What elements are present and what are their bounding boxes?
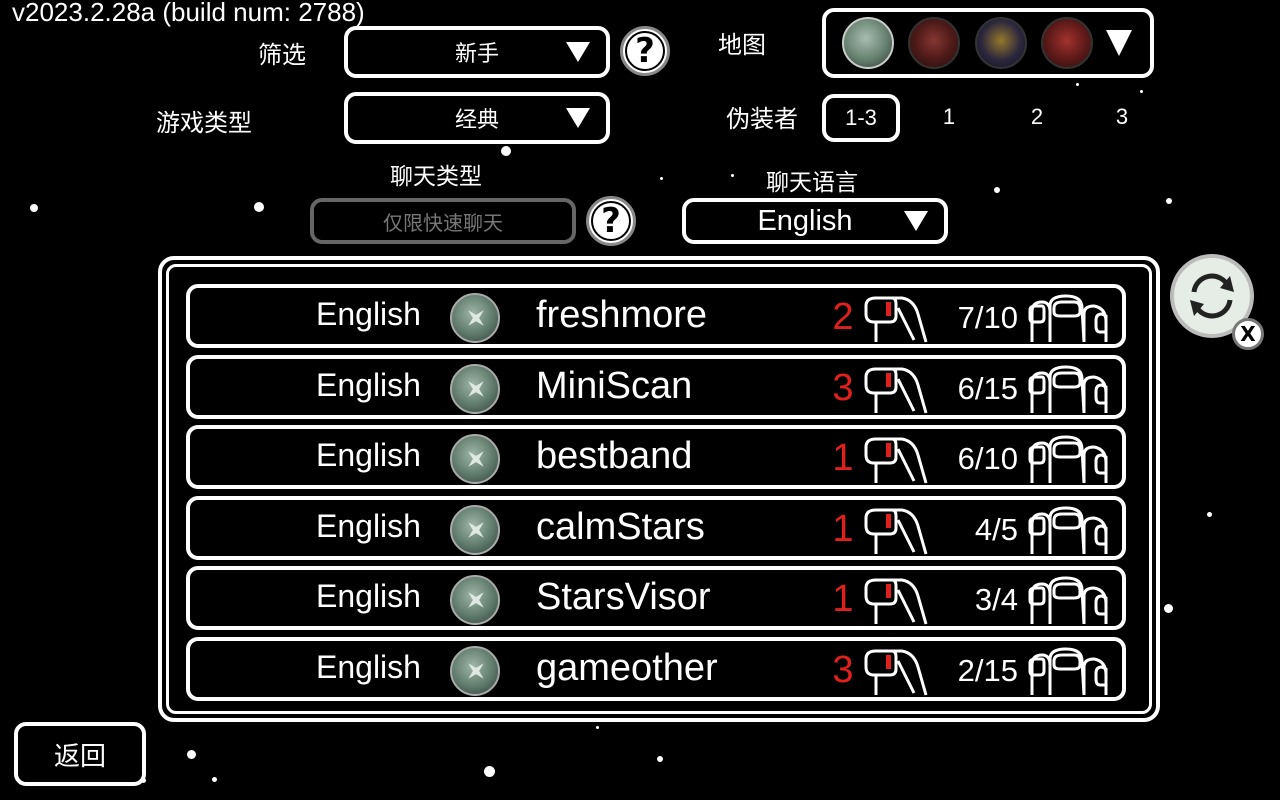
lobby-language: English	[316, 578, 421, 615]
the-skeld-icon	[450, 434, 500, 485]
star	[187, 750, 196, 759]
back-button[interactable]: 返回	[14, 722, 146, 786]
star	[657, 756, 663, 762]
the-skeld-map-icon[interactable]	[842, 17, 894, 69]
help-icon: ?	[625, 31, 665, 71]
version-text: v2023.2.28a (build num: 2788)	[12, 0, 365, 27]
lobby-language: English	[316, 649, 421, 685]
chevron-down-icon	[904, 211, 928, 231]
polus-map-icon[interactable]	[975, 17, 1027, 69]
lobby-player-count: 6/15	[957, 370, 1018, 406]
impostor-icon	[862, 363, 928, 415]
star	[254, 202, 264, 212]
lobby-language: English	[316, 366, 421, 403]
lobby-impostor-count: 1	[832, 507, 854, 550]
chat-language-label: 聊天语言	[766, 170, 858, 196]
the-skeld-icon	[450, 504, 500, 555]
chat-type-field: 仅限快速聊天	[310, 198, 576, 244]
star	[1076, 83, 1079, 86]
the-skeld-icon	[450, 646, 500, 696]
impostors-option-2[interactable]: 2	[1018, 104, 1056, 130]
game-type-value: 经典	[454, 108, 499, 133]
lobby-row[interactable]: English StarsVisor 1 3/4	[186, 566, 1126, 631]
chat-type-value: 仅限快速聊天	[383, 210, 503, 235]
lobby-language: English	[316, 507, 421, 544]
lobby-row[interactable]: English freshmore 2 7/10	[186, 284, 1126, 348]
star	[1164, 604, 1173, 613]
map-label: 地图	[718, 31, 766, 59]
crewmates-icon	[1026, 504, 1110, 556]
lobby-player-count: 6/10	[957, 441, 1018, 477]
chat-type-label: 聊天类型	[390, 164, 482, 190]
crewmates-icon	[1026, 574, 1110, 626]
lobby-name: StarsVisor	[536, 576, 711, 619]
lobby-language: English	[316, 437, 421, 474]
airship-map-icon[interactable]	[1041, 17, 1093, 69]
game-type-label: 游戏类型	[156, 109, 252, 137]
lobby-row[interactable]: English calmStars 1 4/5	[186, 495, 1126, 560]
impostor-icon	[862, 504, 928, 556]
the-skeld-icon	[450, 363, 500, 414]
chat-type-help-button[interactable]: ?	[586, 196, 636, 246]
impostor-icon	[862, 433, 928, 485]
filter-label: 筛选	[258, 41, 306, 69]
star	[501, 146, 511, 156]
lobby-row[interactable]: English MiniScan 3 6/15	[186, 354, 1126, 419]
impostors-option-3[interactable]: 3	[1103, 104, 1141, 130]
chevron-down-icon	[566, 42, 590, 62]
mira-hq-map-icon[interactable]	[908, 17, 960, 69]
game-type-dropdown[interactable]: 经典	[344, 92, 610, 144]
lobby-impostor-count: 3	[832, 649, 854, 691]
star	[1140, 90, 1143, 93]
star	[660, 177, 663, 180]
lobby-impostor-count: 1	[832, 437, 854, 480]
refresh-close-icon[interactable]: X	[1232, 318, 1264, 350]
star	[484, 766, 495, 777]
help-icon: ?	[591, 201, 631, 241]
chevron-down-icon	[1106, 30, 1132, 56]
impostor-icon	[862, 645, 928, 697]
chevron-down-icon	[566, 108, 590, 128]
lobby-impostor-count: 3	[832, 366, 854, 409]
the-skeld-icon	[450, 575, 500, 626]
lobby-player-count: 3/4	[974, 582, 1018, 618]
chat-language-value: English	[757, 204, 853, 237]
star	[1207, 512, 1212, 517]
the-skeld-icon	[450, 293, 500, 343]
lobby-row[interactable]: English gameother 3 2/15	[186, 637, 1126, 701]
star	[596, 726, 599, 729]
crewmates-icon	[1026, 433, 1110, 485]
lobby-player-count: 7/10	[957, 300, 1018, 335]
lobby-player-count: 4/5	[974, 511, 1018, 547]
filter-dropdown[interactable]: 新手	[344, 26, 610, 78]
star	[994, 187, 1000, 193]
lobby-impostor-count: 1	[832, 578, 854, 621]
lobby-name: calmStars	[536, 505, 705, 548]
filter-help-button[interactable]: ?	[620, 26, 670, 76]
lobby-impostor-count: 2	[832, 296, 854, 338]
impostor-icon	[862, 574, 928, 626]
lobby-name: bestband	[536, 435, 693, 478]
lobby-player-count: 2/15	[957, 653, 1018, 688]
impostors-option-1-3[interactable]: 1-3	[822, 94, 900, 142]
lobby-row[interactable]: English bestband 1 6/10	[186, 425, 1126, 490]
impostors-label: 伪装者	[726, 105, 798, 133]
crewmates-icon	[1026, 292, 1110, 344]
star	[30, 204, 38, 212]
lobby-name: gameother	[536, 647, 718, 689]
lobby-language: English	[316, 296, 421, 332]
star	[212, 777, 217, 782]
crewmates-icon	[1026, 645, 1110, 697]
impostors-option-1[interactable]: 1	[930, 104, 968, 130]
chat-language-dropdown[interactable]: English	[682, 198, 948, 244]
star	[731, 174, 734, 177]
crewmates-icon	[1026, 363, 1110, 415]
filter-value: 新手	[454, 42, 499, 67]
star	[1166, 198, 1172, 204]
lobby-name: freshmore	[536, 294, 708, 336]
lobby-name: MiniScan	[536, 364, 693, 407]
impostor-icon	[862, 292, 928, 344]
